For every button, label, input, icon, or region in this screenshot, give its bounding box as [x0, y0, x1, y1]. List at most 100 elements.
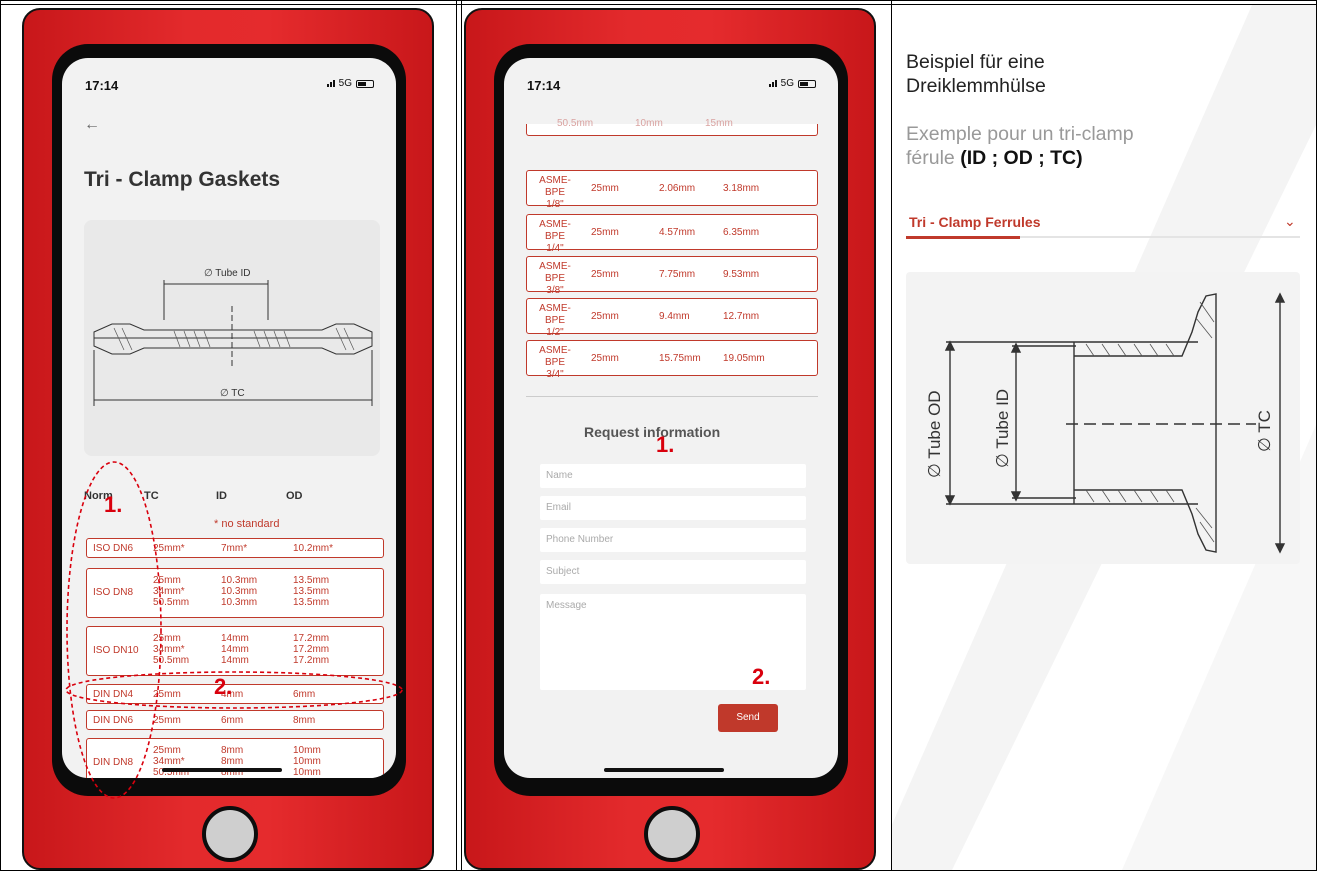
norm-line2: 1/4": [546, 243, 564, 254]
cell-id: 4.57mm: [659, 227, 696, 238]
section-underline-active: [906, 236, 1020, 239]
table-row[interactable]: ISO DN8 25mm 34mm* 50.5mm 10.3mm 10.3mm …: [86, 568, 384, 618]
tube-id-label: ∅ Tube ID: [993, 389, 1012, 468]
cell-id: 2.06mm: [659, 183, 696, 194]
table-row[interactable]: ASME-BPE 3/4" 25mm 15.75mm 19.05mm: [526, 340, 818, 380]
cell-id: 9.4mm: [659, 311, 690, 322]
table-row[interactable]: DIN DN8 25mm 34mm* 50.5mm* 8mm 8mm 8mm 1…: [86, 738, 384, 778]
table-row[interactable]: ISO DN10 25mm 34mm* 50.5mm 14mm 14mm 14m…: [86, 626, 384, 676]
norm-line2: 3/8": [546, 285, 564, 296]
table-row[interactable]: ASME-BPE 3/8" 25mm 7.75mm 9.53mm: [526, 256, 818, 296]
header-id: ID: [216, 490, 227, 502]
row-norm: ISO DN6: [93, 543, 134, 554]
cell-id: 14mm: [221, 644, 249, 655]
cell-od: 3.18mm: [723, 183, 760, 194]
norm-line1: ASME-BPE: [539, 261, 571, 284]
cell-id: 10.3mm: [221, 586, 258, 597]
cell-tc: 25mm: [591, 269, 619, 280]
gasket-cross-section: ∅ Tube ID ∅ TC: [93, 268, 373, 406]
table-row[interactable]: DIN DN4 25mm 4mm 6mm: [86, 684, 384, 704]
row-norm: DIN DN8: [93, 757, 134, 768]
home-button[interactable]: [202, 806, 258, 862]
cell-od: 10mm: [293, 745, 321, 756]
row-norm: ISO DN8: [93, 587, 134, 598]
norm-line1: ASME-BPE: [539, 303, 571, 326]
annotation-mark-2: 2.: [752, 664, 771, 689]
cell-id: 7.75mm: [659, 269, 696, 280]
cell-od: 15mm: [705, 118, 733, 129]
section-title[interactable]: Tri - Clamp Ferrules: [909, 214, 1040, 230]
french-line1: Exemple pour un tri-clamp: [906, 123, 1134, 145]
cell-tc: 25mm: [153, 745, 181, 756]
cell-tc: 34mm*: [153, 644, 185, 655]
table-row[interactable]: ASME-BPE 1/8" 25mm 2.06mm 3.18mm: [526, 170, 818, 210]
phone-number-field[interactable]: Phone Number: [540, 528, 806, 552]
row-norm: DIN DN6: [93, 715, 134, 726]
cell-tc: 25mm*: [153, 543, 185, 554]
network-label: 5G: [780, 78, 794, 89]
cell-od: 10mm: [293, 767, 321, 778]
cell-od: 17.2mm: [293, 655, 330, 666]
norm-line1: ASME-BPE: [539, 345, 571, 368]
send-button[interactable]: Send: [718, 704, 778, 732]
cell-tc: 25mm: [153, 575, 181, 586]
norm-line2: 1/8": [546, 199, 564, 210]
annotation-mark-2: 2.: [214, 674, 233, 699]
gasket-diagram-card: ∅ Tube ID ∅ TC: [84, 220, 380, 456]
table-row[interactable]: ISO DN6 25mm* 7mm* 10.2mm*: [86, 538, 384, 558]
ferrule-cross-section: ∅ Tube OD ∅ Tube ID ∅ TC: [925, 292, 1286, 554]
cell-od: 12.7mm: [723, 311, 760, 322]
french-caption: Exemple pour un tri-clamp férule (ID ; O…: [906, 122, 1286, 170]
network-label: 5G: [338, 78, 352, 89]
cell-id: 10.3mm: [221, 575, 258, 586]
norm-line2: 1/2": [546, 327, 564, 338]
tube-od-label: ∅ Tube OD: [925, 390, 944, 478]
ferrule-diagram-card: ∅ Tube OD ∅ Tube ID ∅ TC: [906, 272, 1300, 564]
cell-od: 17.2mm: [293, 644, 330, 655]
partial-table-row: 50.5mm 10mm 15mm: [526, 118, 818, 136]
cell-tc: 25mm: [153, 715, 181, 726]
cell-tc: 25mm: [591, 183, 619, 194]
cell-od: 13.5mm: [293, 586, 330, 597]
norm-line1: ASME-BPE: [539, 219, 571, 242]
table-row[interactable]: ASME-BPE 1/4" 25mm 4.57mm 6.35mm: [526, 214, 818, 254]
table-row[interactable]: DIN DN6 25mm 6mm 8mm: [86, 710, 384, 730]
cell-od: 10mm: [293, 756, 321, 767]
cell-id: 6mm: [221, 715, 244, 726]
signal-icon: [768, 80, 777, 87]
cell-tc: 50.5mm: [153, 597, 190, 608]
name-field[interactable]: Name: [540, 464, 806, 488]
cell-tc: 25mm: [153, 633, 181, 644]
no-standard-note: * no standard: [214, 518, 280, 530]
cell-id: 10mm: [635, 118, 663, 129]
status-bar-icons: 5G: [326, 78, 374, 89]
cell-tc: 50.5mm: [557, 118, 594, 129]
row-norm: ASME-BPE 3/4": [533, 345, 577, 381]
cell-od: 13.5mm: [293, 597, 330, 608]
cell-tc: 34mm*: [153, 756, 185, 767]
status-bar-icons: 5G: [768, 78, 816, 89]
page-title: Tri - Clamp Gaskets: [84, 168, 281, 191]
battery-icon: [798, 79, 816, 88]
home-indicator: [162, 768, 282, 772]
cell-od: 13.5mm: [293, 575, 330, 586]
cell-od: 6mm: [293, 689, 316, 700]
header-tc: TC: [144, 490, 159, 502]
cell-od: 19.05mm: [723, 353, 765, 364]
tube-id-label: ∅ Tube ID: [204, 268, 251, 279]
status-time: 17:14: [527, 78, 561, 93]
cell-tc: 25mm: [591, 353, 619, 364]
home-button[interactable]: [644, 806, 700, 862]
annotation-mark-1: 1.: [656, 432, 675, 457]
german-line1: Beispiel für eine: [906, 51, 1045, 73]
arrow-left-icon[interactable]: ←: [84, 116, 100, 134]
subject-field[interactable]: Subject: [540, 560, 806, 584]
german-line2: Dreiklemmhülse: [906, 75, 1046, 97]
row-norm: ASME-BPE 1/4": [533, 219, 577, 255]
table-row[interactable]: ASME-BPE 1/2" 25mm 9.4mm 12.7mm: [526, 298, 818, 338]
email-field[interactable]: Email: [540, 496, 806, 520]
chevron-down-icon[interactable]: ⌄: [1284, 213, 1296, 230]
cell-id: 7mm*: [221, 543, 248, 554]
home-indicator: [604, 768, 724, 772]
phone-screen-2: 17:14 5G ← 50.5mm 10mm 15mm ASME-BPE1/8"…: [504, 58, 838, 778]
